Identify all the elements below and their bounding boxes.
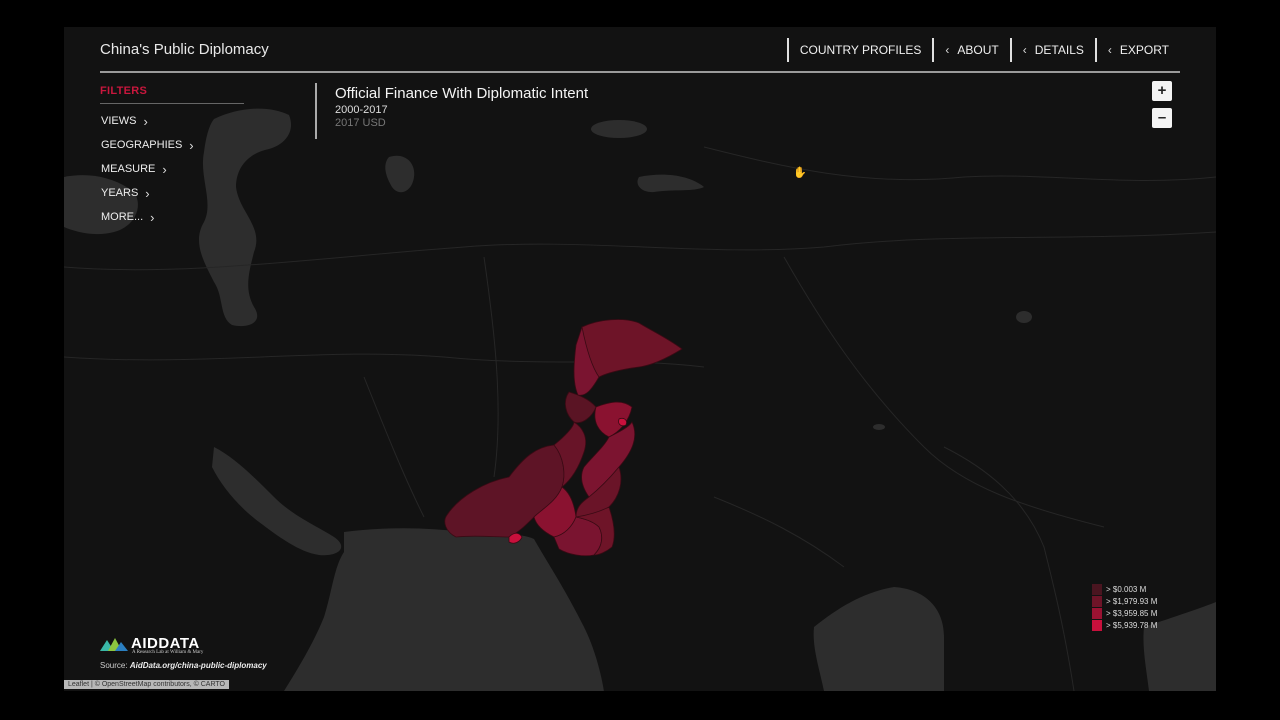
nav-export[interactable]: ‹ EXPORT [1094,38,1180,62]
chevron-right-icon: › [189,137,194,153]
nav-label: ABOUT [957,43,999,57]
top-nav: COUNTRY PROFILES ‹ ABOUT ‹ DETAILS ‹ EXP… [786,38,1180,62]
filter-label: YEARS [101,187,139,199]
chevron-left-icon: ‹ [1107,43,1112,57]
aiddata-mountain-icon [100,637,128,651]
hand-cursor-icon: ✋ [793,167,807,179]
chevron-left-icon: ‹ [1022,43,1027,57]
filter-label: VIEWS [101,115,137,127]
lake [873,424,885,430]
chevron-right-icon: › [143,113,148,129]
filters-panel: FILTERS VIEWS › GEOGRAPHIES › MEASURE › … [100,85,244,225]
app-title: China's Public Diplomacy [100,41,269,58]
logo-subtitle: A Research Lab at William & Mary [132,650,204,655]
legend-swatch [1092,595,1102,607]
map-title-block: Official Finance With Diplomatic Intent … [315,83,588,139]
chevron-right-icon: › [145,185,150,201]
legend-label: > $5,939.78 M [1106,620,1158,630]
zoom-in-button[interactable]: + [1152,81,1172,101]
filter-more[interactable]: MORE... › [101,209,244,225]
filter-label: MEASURE [101,163,156,175]
app-header: China's Public Diplomacy COUNTRY PROFILE… [100,27,1180,73]
region-islamabad[interactable] [618,417,627,427]
filter-views[interactable]: VIEWS › [101,113,244,129]
filter-label: MORE... [101,211,144,223]
lake [591,120,647,138]
nav-country-profiles[interactable]: COUNTRY PROFILES [786,38,933,62]
legend-swatch [1092,607,1102,619]
chevron-right-icon: › [162,161,167,177]
map-title: Official Finance With Diplomatic Intent [335,85,589,102]
legend-swatch [1092,619,1102,631]
source-line: Source: AidData.org/china-public-diploma… [100,661,267,670]
chevron-left-icon: ‹ [945,43,950,57]
nav-details[interactable]: ‹ DETAILS [1009,38,1095,62]
legend-swatch [1092,583,1102,595]
map-years: 2000-2017 [335,104,388,116]
legend-item: > $3,959.85 M [1092,607,1157,619]
zoom-out-button[interactable]: – [1152,108,1172,128]
legend-label: > $0.003 M [1106,584,1147,594]
nav-label: COUNTRY PROFILES [799,43,922,57]
map-unit: 2017 USD [335,117,386,129]
chevron-right-icon: › [150,209,155,225]
map-attribution[interactable]: Leaflet | © OpenStreetMap contributors, … [64,680,230,689]
filter-measure[interactable]: MEASURE › [101,161,244,177]
legend-label: > $3,959.85 M [1106,608,1158,618]
filter-years[interactable]: YEARS › [101,185,244,201]
nav-label: DETAILS [1034,43,1084,57]
app-frame: China's Public Diplomacy COUNTRY PROFILE… [64,27,1216,691]
lake [1016,311,1032,323]
filters-title: FILTERS [100,85,244,104]
legend-item: > $1,979.93 M [1092,595,1157,607]
legend-label: > $1,979.93 M [1106,596,1158,606]
zoom-controls: + – [1152,81,1172,135]
source-link[interactable]: AidData.org/china-public-diplomacy [130,661,267,670]
nav-label: EXPORT [1119,43,1169,57]
source-prefix: Source: [100,661,128,670]
filter-label: GEOGRAPHIES [101,139,183,151]
nav-about[interactable]: ‹ ABOUT [932,38,1009,62]
filter-geographies[interactable]: GEOGRAPHIES › [101,137,244,153]
legend-item: > $5,939.78 M [1092,619,1157,631]
aiddata-logo[interactable]: AIDDATA A Research Lab at William & Mary [100,635,203,655]
map-legend: > $0.003 M > $1,979.93 M > $3,959.85 M >… [1092,583,1157,631]
legend-item: > $0.003 M [1092,583,1157,595]
